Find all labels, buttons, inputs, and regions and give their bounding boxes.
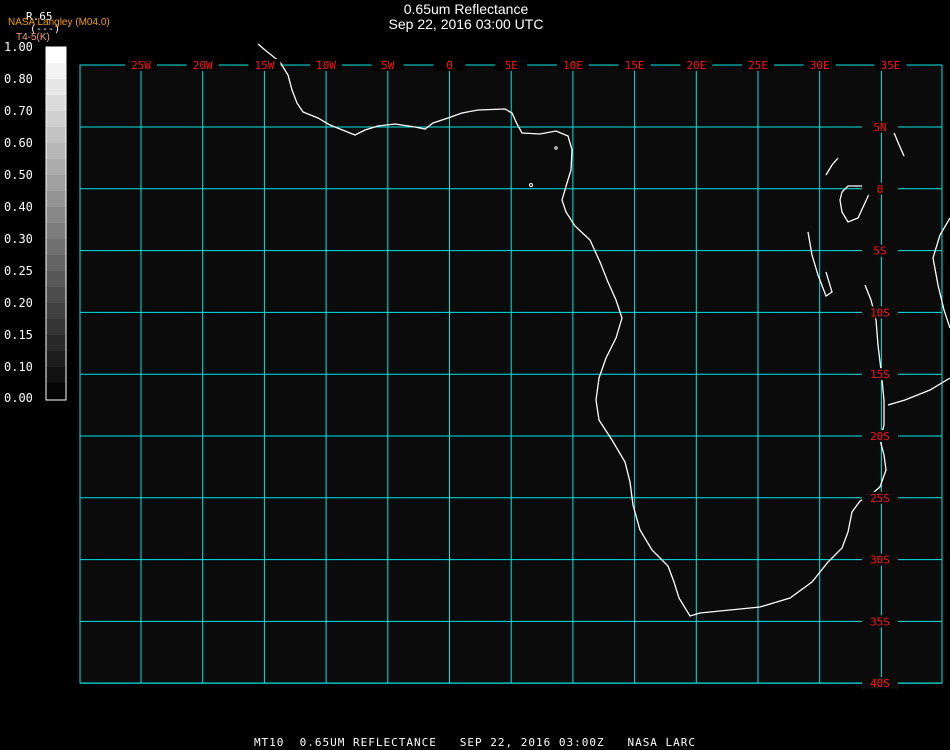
colorbar-band [46, 191, 66, 207]
lat-label: 10S [870, 306, 890, 319]
lat-label: 40S [870, 677, 890, 690]
lon-label: 5W [381, 59, 395, 72]
lat-label: 35S [870, 615, 890, 628]
lon-label: 15W [254, 59, 274, 72]
colorbar-band [46, 127, 66, 143]
colorbar-band [46, 143, 66, 159]
lat-label: 5N [873, 121, 886, 134]
lon-label: 15E [625, 59, 645, 72]
lat-label: 20S [870, 430, 890, 443]
lat-label: 25S [870, 492, 890, 505]
lon-label: 20W [193, 59, 213, 72]
lon-label: 0 [446, 59, 453, 72]
lon-label: 35E [880, 59, 900, 72]
colorbar-band [46, 287, 66, 303]
colorbar-band [46, 175, 66, 191]
colorbar-band [46, 47, 66, 63]
lat-label: 0 [877, 183, 884, 196]
colorbar-band [46, 79, 66, 95]
colorbar-band [46, 159, 66, 175]
colorbar-band [46, 383, 66, 399]
lat-label: 15S [870, 368, 890, 381]
colorbar-band [46, 303, 66, 319]
lon-label: 10W [316, 59, 336, 72]
lat-label: 30S [870, 554, 890, 567]
lon-label: 5E [505, 59, 518, 72]
lon-label: 20E [686, 59, 706, 72]
colorbar-band [46, 63, 66, 79]
colorbar-band [46, 111, 66, 127]
footer-caption: MT10 0.65UM REFLECTANCE SEP 22, 2016 03:… [253, 736, 697, 749]
colorbar-band [46, 367, 66, 383]
colorbar-band [46, 351, 66, 367]
colorbar-band [46, 255, 66, 271]
colorbar-band [46, 239, 66, 255]
lat-label: 5S [873, 245, 886, 258]
colorbar-band [46, 223, 66, 239]
colorbar-band [46, 335, 66, 351]
map-canvas: 25W 20W 15W 10W 5W 0 5E 10E 15E 20E 25E 30E 35E 5N 0 5S… [45, 43, 950, 690]
colorbar-band [46, 319, 66, 335]
lon-label: 25E [748, 59, 768, 72]
lon-label: 25W [131, 59, 151, 72]
colorbar-band [46, 95, 66, 111]
colorbar-band [46, 207, 66, 223]
lon-label: 30E [810, 59, 830, 72]
lon-label: 10E [563, 59, 583, 72]
colorbar-band [46, 271, 66, 287]
